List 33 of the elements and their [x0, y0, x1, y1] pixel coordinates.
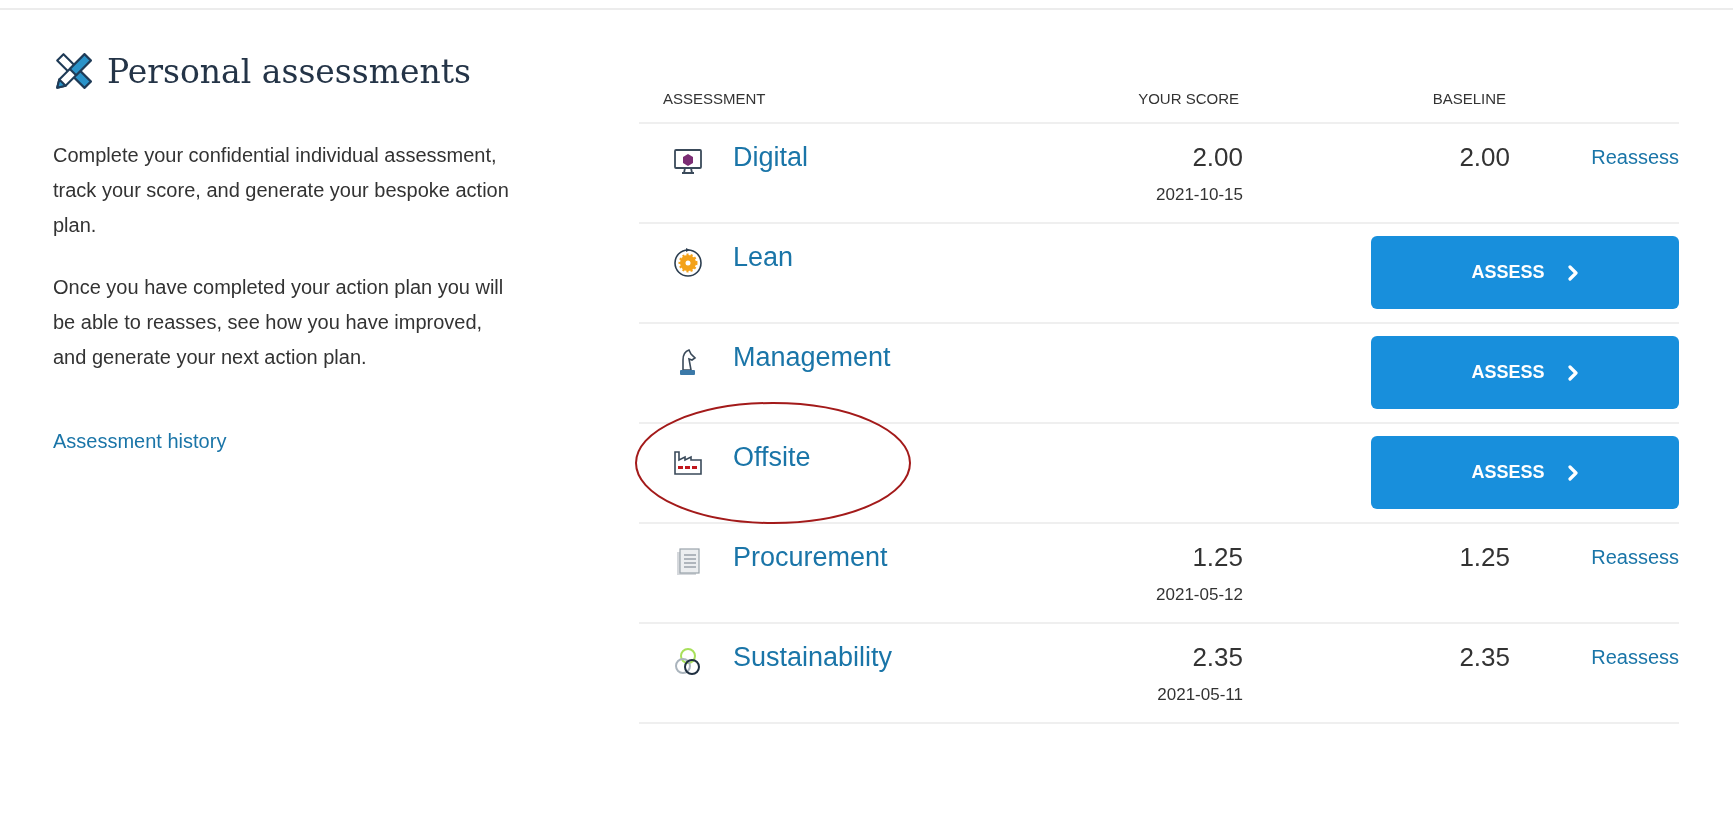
assessment-history-link[interactable]: Assessment history	[53, 430, 227, 453]
assessment-name-link[interactable]: Lean	[733, 242, 794, 272]
assessment-name-link[interactable]: Procurement	[733, 542, 888, 572]
assessment-name-link[interactable]: Management	[733, 342, 891, 372]
score-date: 2021-10-15	[1156, 185, 1243, 205]
column-header: ASSESSMENT	[662, 90, 767, 107]
assess-button[interactable]: ASSESS	[1371, 436, 1679, 509]
score-date: 2021-05-11	[1157, 685, 1243, 705]
score-value: 1.25	[1192, 542, 1243, 573]
description-text: Complete your confidential individual assessment, track your score, and generate your bespoke action plan.	[53, 143, 510, 238]
gear-icon	[672, 246, 704, 278]
reassess-link[interactable]: Reassess	[1591, 146, 1679, 169]
page-title: Personal assessments	[107, 51, 471, 91]
reassess-link[interactable]: Reassess	[1591, 646, 1679, 669]
score-value: 2.00	[1192, 142, 1243, 173]
assessment-name-link[interactable]: Sustainability	[733, 642, 893, 672]
assessment-name-link[interactable]: Offsite	[733, 442, 811, 472]
score-date: 2021-05-12	[1156, 585, 1243, 605]
column-header: BASELINE	[1431, 90, 1506, 107]
assess-button[interactable]: ASSESS	[1371, 236, 1679, 309]
baseline-value: 1.25	[1459, 542, 1510, 573]
assessment-name-link[interactable]: Digital	[733, 142, 809, 172]
description-text: Once you have completed your action plan you will be able to reasses, see how you have improved, and generate your next action plan.	[53, 275, 505, 370]
ruler-pencil-icon	[53, 50, 95, 92]
chevron-right-icon	[1566, 364, 1579, 381]
score-value: 2.35	[1192, 642, 1243, 673]
column-header: YOUR SCORE	[1137, 90, 1239, 107]
assess-button[interactable]: ASSESS	[1371, 336, 1679, 409]
chevron-right-icon	[1566, 264, 1579, 281]
baseline-value: 2.00	[1459, 142, 1510, 173]
baseline-value: 2.35	[1459, 642, 1510, 673]
chevron-right-icon	[1566, 464, 1579, 481]
reassess-link[interactable]: Reassess	[1591, 546, 1679, 569]
